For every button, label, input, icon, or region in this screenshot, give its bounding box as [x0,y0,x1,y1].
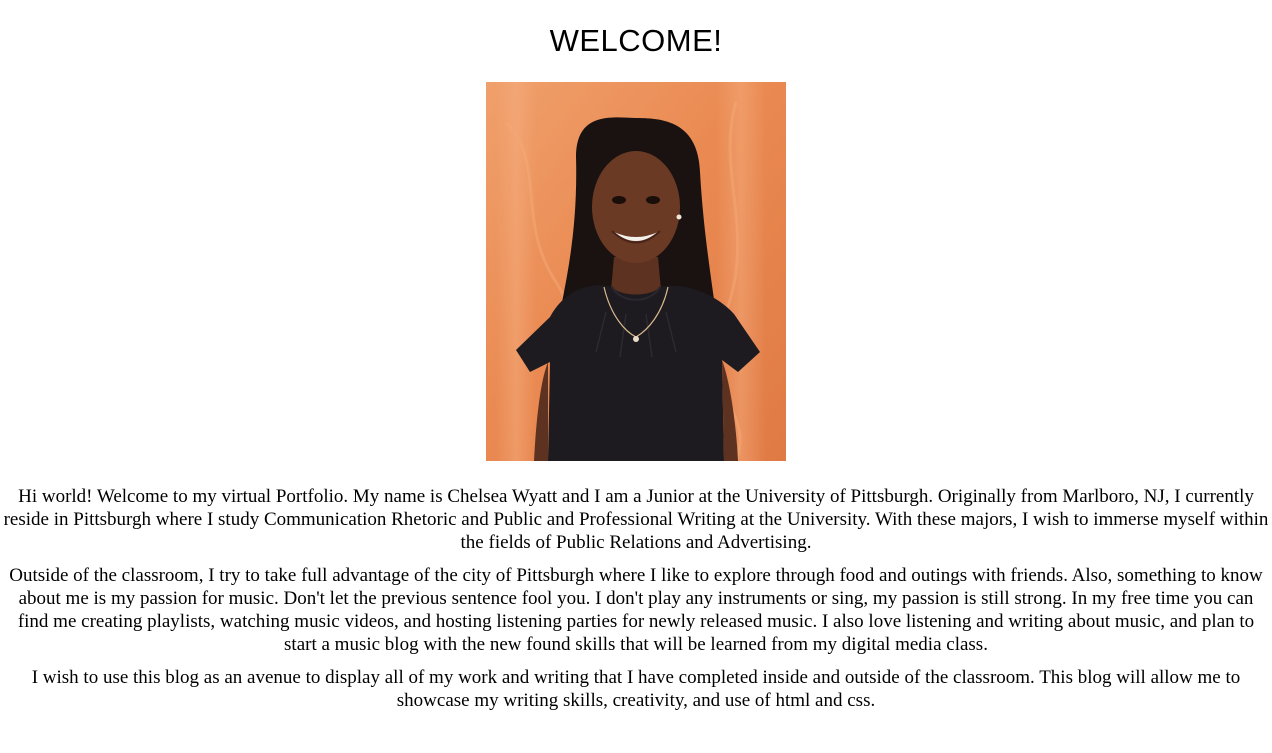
page-title: WELCOME! [549,23,723,58]
hobbies-paragraph: Outside of the classroom, I try to take … [9,565,1263,655]
portrait-photo [486,82,786,461]
photo-container [0,82,1272,461]
intro-paragraph: Hi world! Welcome to my virtual Portfoli… [3,486,1269,553]
portfolio-page: WELCOME! Hi world! Welcome to my virtual… [0,0,1272,712]
blog-purpose-paragraph: I wish to use this blog as an avenue to … [31,667,1241,711]
bio-section: Hi world! Welcome to my virtual Portfoli… [2,485,1270,712]
